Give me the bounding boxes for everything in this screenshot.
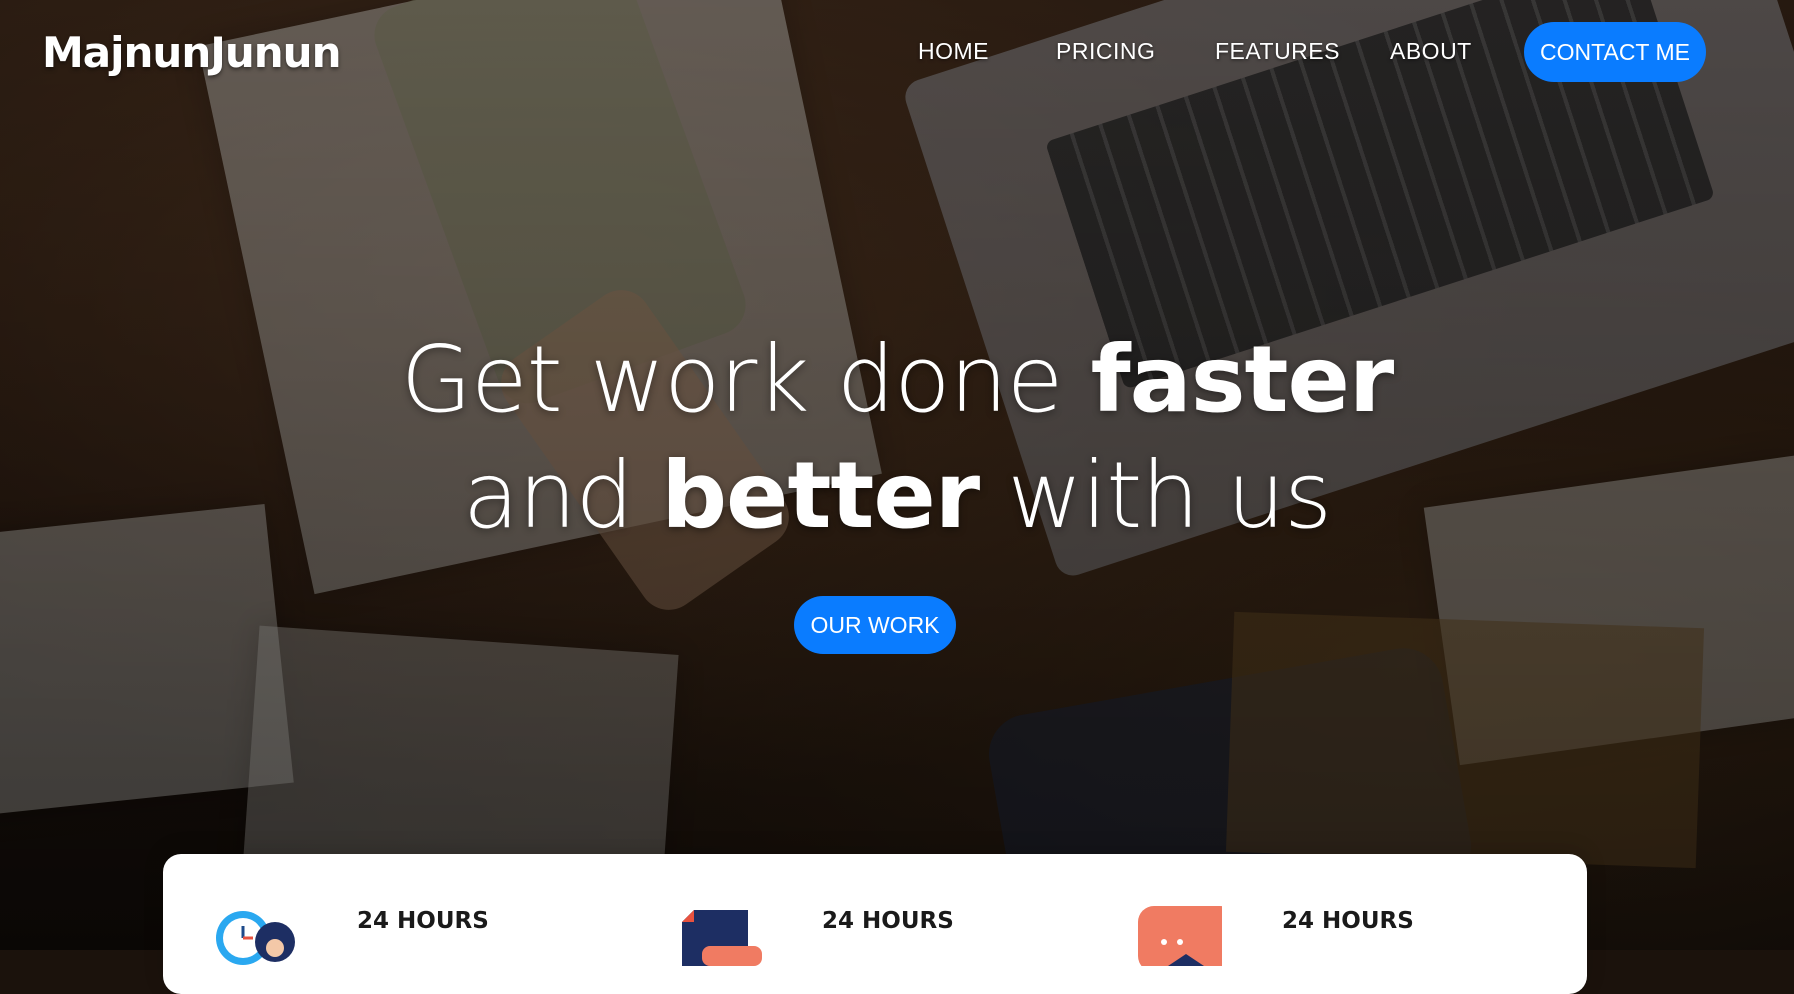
clock-user-icon (216, 911, 295, 965)
feature-title: 24 HOURS (1282, 908, 1414, 934)
feature-title: 24 HOURS (822, 908, 954, 934)
chat-icon (1138, 906, 1222, 966)
our-work-button[interactable]: OUR WORK (794, 596, 956, 654)
nav-home[interactable]: HOME (918, 38, 989, 65)
nav-pricing[interactable]: PRICING (1056, 38, 1155, 65)
feature-title: 24 HOURS (357, 908, 489, 934)
headline-line-1: Get work done faster (400, 326, 1395, 433)
nav-about[interactable]: ABOUT (1390, 38, 1472, 65)
contact-me-button[interactable]: CONTACT ME (1524, 22, 1706, 82)
features-card: 24 HOURS 24 HOURS 24 HOURS (163, 854, 1587, 994)
nav-features[interactable]: FEATURES (1215, 38, 1340, 65)
hero-headline: Get work done faster and better with us (0, 322, 1794, 554)
headline-line-2: and better with us (462, 442, 1332, 549)
document-icon (682, 910, 762, 966)
